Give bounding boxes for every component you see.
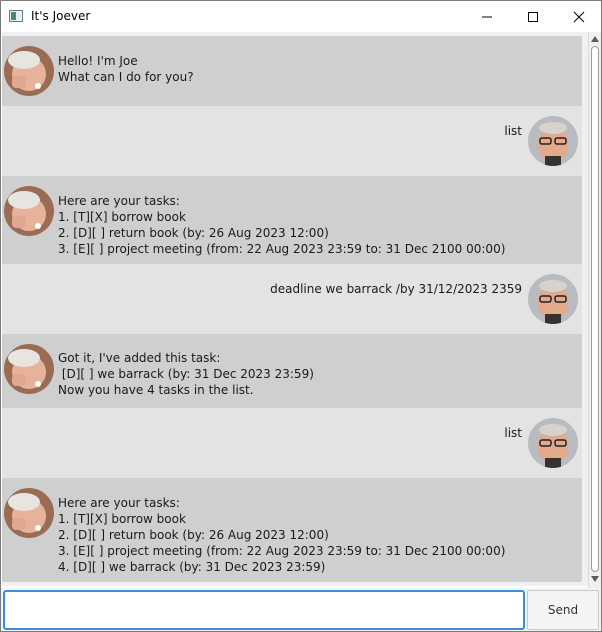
message-input[interactable] <box>3 590 525 630</box>
window-title: It's Joever <box>31 9 91 23</box>
chat-message: Hello! I'm Joe What can I do for you? <box>2 36 582 106</box>
chat-message: Here are your tasks: 1. [T][X] borrow bo… <box>2 176 582 264</box>
chevron-down-icon <box>591 576 599 582</box>
message-text: Got it, I've added this task: [D][ ] we … <box>58 351 314 397</box>
close-button[interactable] <box>556 1 602 32</box>
maximize-button[interactable] <box>510 1 556 32</box>
chat-message: Got it, I've added this task: [D][ ] we … <box>2 334 582 408</box>
message-text: deadline we barrack /by 31/12/2023 2359 <box>270 282 522 296</box>
message-text: list <box>504 124 522 138</box>
scroll-thumb[interactable] <box>591 46 599 572</box>
chat-message: Here are your tasks: 1. [T][X] borrow bo… <box>2 478 582 582</box>
user-avatar <box>528 418 578 468</box>
close-icon <box>573 11 585 22</box>
minimize-button[interactable] <box>464 1 510 32</box>
message-text: Here are your tasks: 1. [T][X] borrow bo… <box>58 194 506 256</box>
chevron-up-icon <box>591 36 599 42</box>
input-bar: Send <box>1 588 601 631</box>
chat-message: deadline we barrack /by 31/12/2023 2359 <box>2 264 582 334</box>
joe-avatar <box>4 186 54 236</box>
app-icon <box>9 10 23 22</box>
title-bar: It's Joever <box>1 1 601 32</box>
joe-avatar <box>4 46 54 96</box>
joe-avatar <box>4 344 54 394</box>
scroll-up-button[interactable] <box>589 32 601 46</box>
message-text: list <box>504 426 522 440</box>
message-text: Here are your tasks: 1. [T][X] borrow bo… <box>58 496 506 574</box>
joe-avatar <box>4 488 54 538</box>
message-text: Hello! I'm Joe What can I do for you? <box>58 54 194 84</box>
chat-message: list <box>2 408 582 478</box>
app-window: It's Joever Hello! I'm Joe What can I do… <box>0 0 602 632</box>
chat-message: list <box>2 106 582 176</box>
vertical-scrollbar[interactable] <box>588 32 601 588</box>
user-avatar <box>528 116 578 166</box>
send-button[interactable]: Send <box>527 590 599 630</box>
chat-scroll-area[interactable]: Hello! I'm Joe What can I do for you? li… <box>2 32 588 586</box>
maximize-icon <box>528 11 538 22</box>
scroll-down-button[interactable] <box>589 572 601 586</box>
minimize-icon <box>482 16 492 17</box>
user-avatar <box>528 274 578 324</box>
